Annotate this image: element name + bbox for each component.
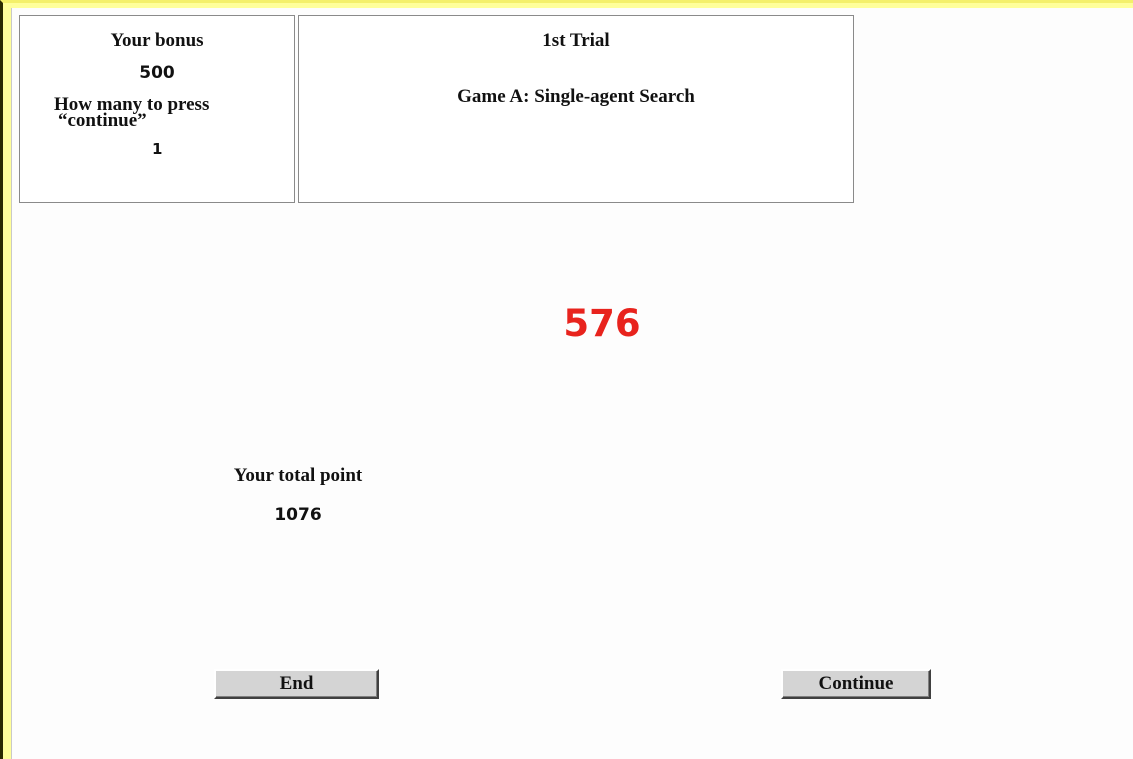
bonus-value: 500 — [139, 63, 175, 83]
game-canvas: Your bonus 500 How many to press “contin… — [11, 8, 1133, 759]
bonus-label: Your bonus — [110, 30, 204, 51]
continue-button[interactable]: Continue — [781, 669, 931, 699]
trial-label: 1st Trial — [542, 30, 610, 51]
game-title: Game A: Single-agent Search — [457, 86, 695, 107]
total-point-label: Your total point — [233, 465, 363, 486]
end-button[interactable]: End — [214, 669, 379, 699]
trial-info-panel: 1st Trial Game A: Single-agent Search — [298, 15, 854, 203]
press-count-label-continue: “continue” — [58, 110, 147, 131]
current-score: 576 — [563, 302, 641, 345]
bonus-panel: Your bonus 500 How many to press “contin… — [19, 15, 295, 203]
total-point-value: 1076 — [274, 505, 322, 525]
press-count-value: 1 — [152, 140, 163, 158]
